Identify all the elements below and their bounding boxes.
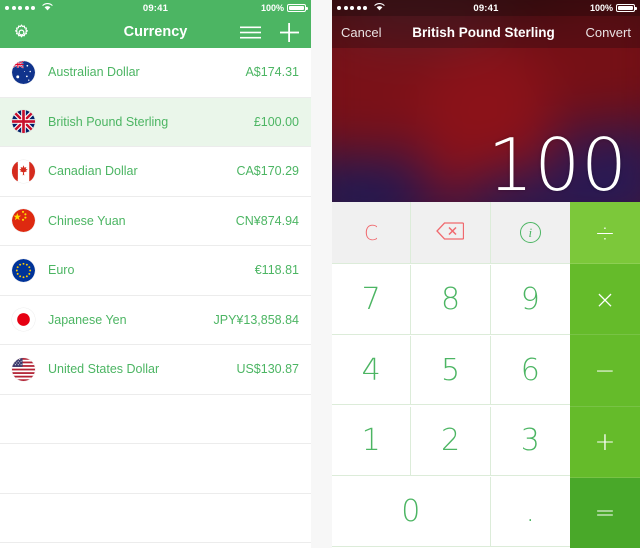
navbar-actions — [240, 22, 299, 42]
keypad-operator-keys: ÷ × − + = — [570, 202, 640, 548]
list-item[interactable]: Chinese Yuan CN¥874.94 — [0, 197, 311, 246]
cancel-button[interactable]: Cancel — [341, 25, 381, 40]
list-item[interactable]: British Pound Sterling £100.00 — [0, 97, 311, 147]
digit-1-button[interactable]: 1 — [332, 406, 412, 476]
digit-9-button[interactable]: 9 — [490, 265, 570, 335]
currency-amount: £100.00 — [253, 114, 299, 129]
flag-canada-icon — [12, 159, 35, 183]
decimal-point-button[interactable]: . — [490, 477, 570, 547]
digit-0-button[interactable]: 0 — [332, 477, 491, 547]
currency-name: Euro — [48, 263, 75, 278]
currency-name: Australian Dollar — [48, 65, 140, 80]
amount-display: 100 — [487, 123, 628, 202]
currency-name: Chinese Yuan — [48, 213, 126, 228]
status-bar-time: 09:41 — [142, 2, 169, 14]
hamburger-menu-icon[interactable] — [240, 25, 261, 40]
currency-name: Japanese Yen — [48, 312, 127, 327]
currency-amount: CA$170.29 — [236, 164, 299, 179]
multiply-button[interactable]: × — [570, 264, 640, 336]
calculator-keypad: C i 7 8 9 4 5 6 1 2 3 0 . ÷ × − + = — [332, 202, 640, 548]
flag-china-icon — [12, 209, 35, 233]
battery-icon — [287, 4, 308, 12]
digit-7-button[interactable]: 7 — [332, 265, 412, 335]
converter-title: British Pound Sterling — [412, 24, 555, 40]
currency-amount: €118.81 — [254, 263, 299, 278]
subtract-button[interactable]: − — [570, 335, 640, 407]
clear-button[interactable]: C — [332, 202, 412, 264]
currency-amount: CN¥874.94 — [235, 213, 299, 228]
hero-header: 09:41 100% Cancel British Pound Sterling… — [332, 0, 640, 202]
digit-4-button[interactable]: 4 — [332, 336, 412, 406]
navigation-bar-left: Currency — [0, 16, 311, 48]
currency-amount: US$130.87 — [236, 362, 299, 377]
flag-australia-icon — [12, 60, 35, 84]
keypad-main-keys: C i 7 8 9 4 5 6 1 2 3 0 . — [332, 202, 570, 548]
add-button[interactable]: + — [570, 407, 640, 478]
plus-icon[interactable] — [280, 22, 299, 42]
currency-amount: A$174.31 — [245, 65, 299, 80]
list-item[interactable]: Canadian Dollar CA$170.29 — [0, 147, 311, 197]
divide-button[interactable]: ÷ — [570, 202, 640, 264]
currency-name: United States Dollar — [48, 362, 160, 377]
currency-name: Canadian Dollar — [48, 164, 138, 179]
currency-name: British Pound Sterling — [48, 114, 169, 129]
status-bar-time: 09:41 — [473, 2, 499, 14]
info-button[interactable]: i — [490, 202, 570, 264]
currency-converter-screen: 09:41 100% Cancel British Pound Sterling… — [332, 0, 640, 548]
convert-button[interactable]: Convert — [585, 25, 631, 40]
navigation-bar-right: Cancel British Pound Sterling Convert — [332, 16, 640, 48]
equals-button[interactable]: = — [570, 477, 640, 548]
digit-3-button[interactable]: 3 — [490, 406, 570, 476]
list-item-empty — [0, 444, 311, 494]
battery-icon — [616, 4, 637, 12]
currency-list-screen: 09:41 100% Currency Australian Dollar A$… — [0, 0, 311, 548]
currency-list: Australian Dollar A$174.31 British Pound… — [0, 48, 311, 543]
flag-uk-icon — [12, 110, 35, 134]
digit-8-button[interactable]: 8 — [411, 265, 491, 335]
gear-icon[interactable] — [12, 23, 31, 42]
status-bar-left: 09:41 100% — [0, 0, 311, 16]
currency-amount: JPY¥13,858.84 — [213, 312, 300, 327]
flag-eu-icon — [12, 258, 35, 282]
status-bar-right: 09:41 100% — [332, 0, 640, 16]
backspace-icon — [436, 221, 465, 245]
screen-divider — [311, 0, 332, 548]
list-item[interactable]: Japanese Yen JPY¥13,858.84 — [0, 296, 311, 345]
list-item-empty — [0, 494, 311, 543]
list-item[interactable]: Australian Dollar A$174.31 — [0, 48, 311, 98]
flag-japan-icon — [12, 308, 35, 332]
list-item-empty — [0, 395, 311, 444]
flag-usa-icon — [12, 357, 35, 381]
backspace-button[interactable] — [411, 202, 491, 264]
digit-2-button[interactable]: 2 — [411, 406, 491, 476]
app-root: 09:41 100% Currency Australian Dollar A$… — [0, 0, 640, 548]
list-item[interactable]: Euro €118.81 — [0, 246, 311, 296]
digit-6-button[interactable]: 6 — [490, 336, 570, 406]
digit-5-button[interactable]: 5 — [411, 336, 491, 406]
info-circle-icon: i — [519, 222, 541, 243]
list-item[interactable]: United States Dollar US$130.87 — [0, 345, 311, 395]
